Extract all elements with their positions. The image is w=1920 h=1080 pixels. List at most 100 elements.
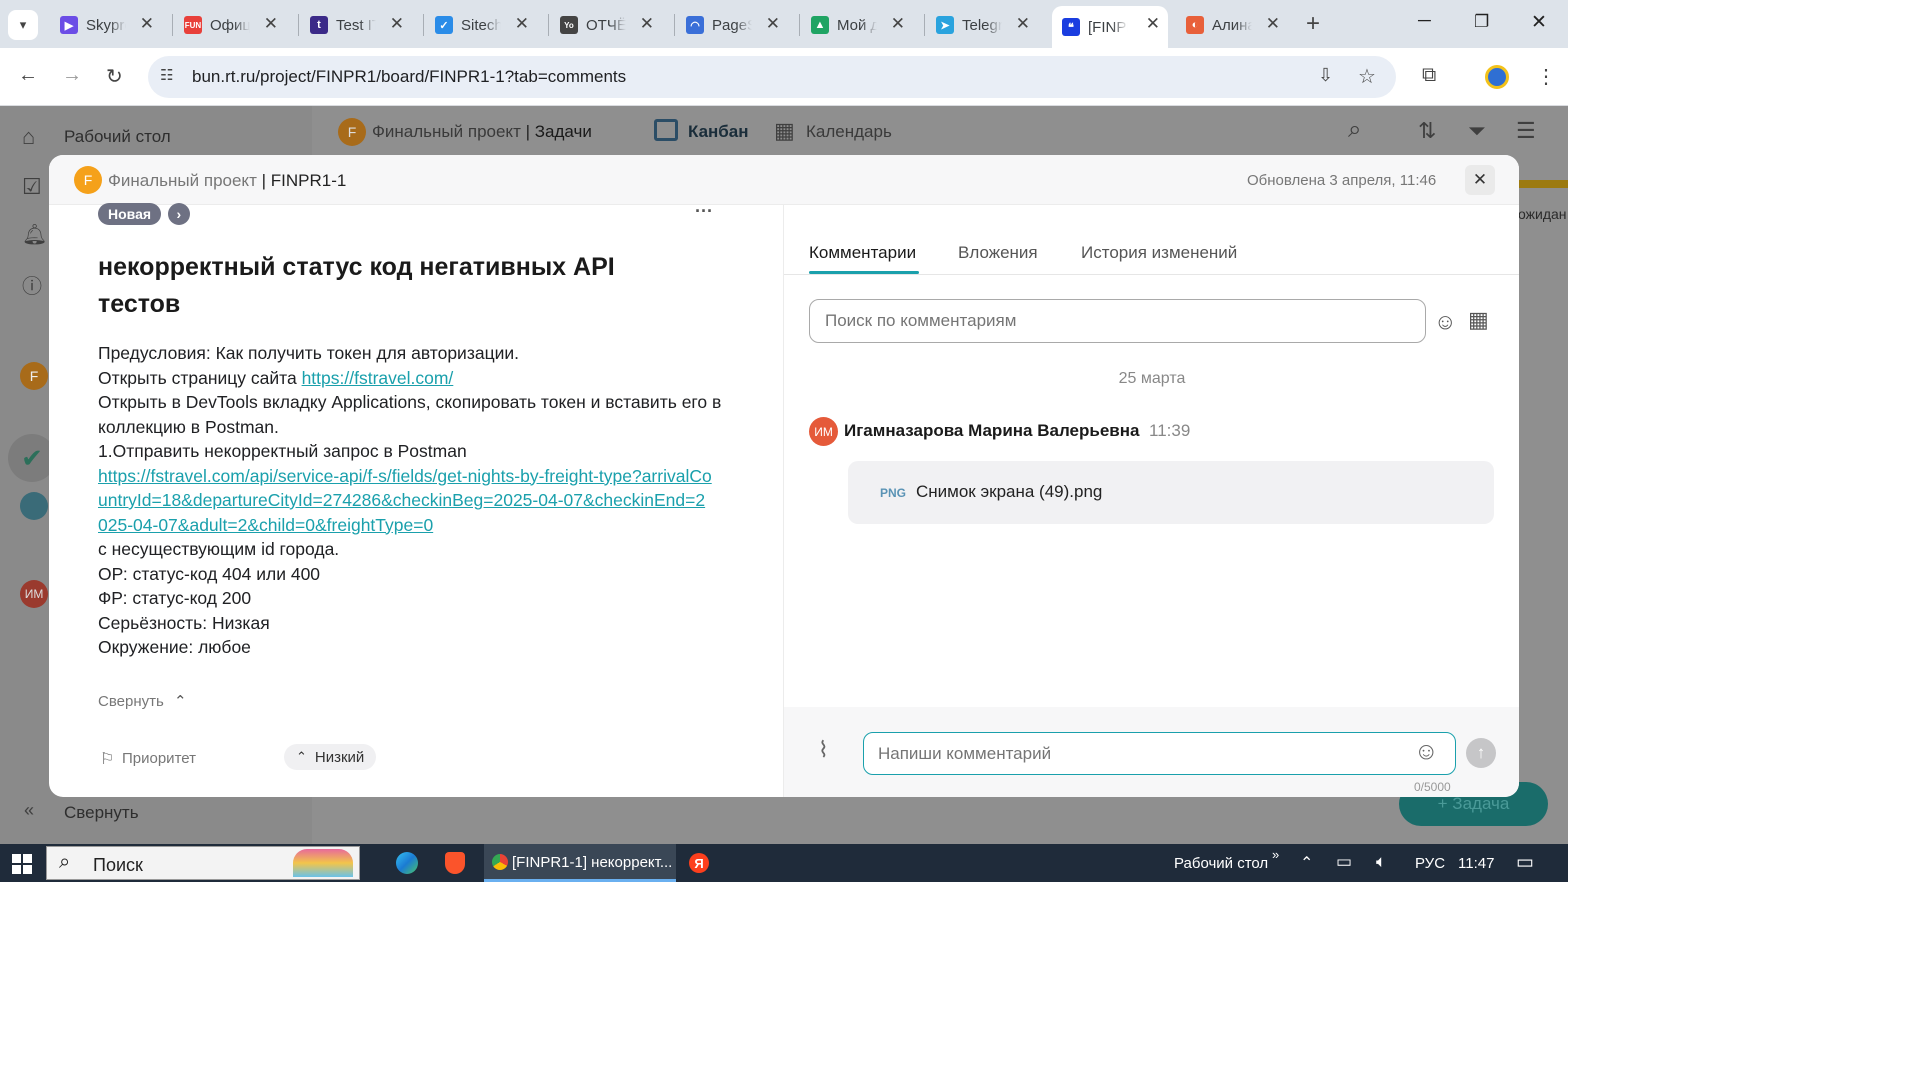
task-title[interactable]: некорректный статус код негативных API т… (98, 249, 698, 323)
attach-icon[interactable]: ⌇ (818, 737, 829, 763)
close-icon: ✕ (1472, 170, 1488, 189)
tab-close-icon[interactable]: ✕ (640, 14, 654, 34)
clock[interactable]: 11:47 (1458, 855, 1494, 872)
tab-close-icon[interactable]: ✕ (1266, 14, 1280, 34)
close-window-button[interactable]: ✕ (1531, 11, 1547, 34)
reload-icon[interactable]: ↻ (106, 64, 123, 89)
browser-tab[interactable]: t Test IT ✕ (300, 6, 412, 44)
tab-close-icon[interactable]: ✕ (1016, 14, 1030, 34)
browser-tab[interactable]: ✓ Sitechecker ✕ (425, 6, 537, 44)
browser-tab[interactable]: ▲ Мой диск ✕ (801, 6, 913, 44)
restore-button[interactable]: ❐ (1474, 12, 1489, 32)
browser-tab[interactable]: Yo ОТЧЁТ ✕ (550, 6, 662, 44)
tab-search-button[interactable]: ▾ (8, 10, 38, 40)
sidebar-user-avatar[interactable]: ИМ (20, 580, 48, 608)
more-options-button[interactable]: ··· (695, 201, 713, 222)
comment-input[interactable] (863, 732, 1456, 775)
sidebar-team-icon[interactable] (20, 492, 48, 520)
tab-close-icon[interactable]: ✕ (1146, 14, 1160, 34)
extensions-icon[interactable]: ⧉ (1422, 64, 1436, 87)
brave-icon[interactable] (445, 852, 465, 874)
address-bar[interactable]: ☷ bun.rt.ru/project/FINPR1/board/FINPR1-… (148, 56, 1396, 98)
desc-line: 1.Отправить некорректный запрос в Postma… (98, 441, 467, 461)
url-text[interactable]: bun.rt.ru/project/FINPR1/board/FINPR1-1?… (192, 67, 626, 87)
desc-line: https://fstravel.com/api/service-api/f-s… (98, 464, 713, 538)
browser-tab[interactable]: ❝ [FINPR1-1] ✕ (1052, 6, 1168, 48)
active-window-button[interactable]: [FINPR1-1] некоррект... (484, 844, 676, 882)
taskbar-search[interactable]: ⌕ Поиск (46, 846, 360, 880)
network-icon[interactable]: ▭ (1336, 852, 1352, 872)
profile-avatar[interactable] (1485, 65, 1509, 89)
date-filter-icon[interactable]: ▦ (1468, 307, 1489, 333)
site-info-icon[interactable]: ☷ (160, 66, 182, 88)
modal-project-avatar: F (74, 166, 102, 194)
desktop-toolbar-label[interactable]: Рабочий стол (1174, 855, 1268, 872)
notifications-icon[interactable]: ▭ (1516, 851, 1534, 874)
forward-icon[interactable]: → (62, 64, 82, 87)
comment-author: Игамназарова Марина Валерьевна (844, 421, 1140, 440)
filter-icon[interactable]: ⏷ (1468, 118, 1486, 144)
home-icon[interactable]: ⌂ (22, 124, 35, 150)
browser-tab[interactable]: ◠ PageSpeed ✕ (676, 6, 788, 44)
sort-icon[interactable]: ⇅ (1418, 118, 1436, 144)
tab-close-icon[interactable]: ✕ (891, 14, 905, 34)
new-tab-button[interactable]: + (1306, 10, 1320, 38)
bookmark-star-icon[interactable]: ☆ (1358, 64, 1376, 89)
volume-icon[interactable]: 🔈︎ (1376, 852, 1386, 872)
settings-icon[interactable]: ☰ (1516, 118, 1536, 144)
header-project[interactable]: Финальный проект (372, 122, 521, 141)
api-link[interactable]: https://fstravel.com/api/service-api/f-s… (98, 466, 712, 535)
site-link[interactable]: https://fstravel.com/ (302, 368, 454, 388)
emoji-icon[interactable]: ☺ (1414, 738, 1439, 766)
status-badge[interactable]: Новая (98, 203, 162, 225)
edge-icon[interactable] (396, 852, 418, 874)
yandex-icon[interactable]: Я (689, 853, 709, 873)
sidebar-project-avatar[interactable]: F (20, 362, 48, 390)
attachment-filename[interactable]: Снимок экрана (49).png (916, 482, 1102, 502)
search-icon[interactable]: ⌕ (1348, 116, 1361, 144)
sidebar-desktop-label[interactable]: Рабочий стол (64, 127, 171, 147)
tab-close-icon[interactable]: ✕ (140, 14, 154, 34)
collapse-icon[interactable]: « (24, 800, 34, 821)
browser-tab[interactable]: FUN Официальный ✕ (174, 6, 286, 44)
minimize-button[interactable]: ─ (1418, 10, 1431, 31)
status-next-button[interactable]: › (167, 203, 191, 225)
desc-text: Открыть страницу сайта (98, 367, 302, 388)
attachment-card[interactable]: PNG Снимок экрана (49).png (848, 461, 1494, 524)
tab-close-icon[interactable]: ✕ (264, 14, 278, 34)
collapse-description-button[interactable]: Свернуть ⌃ (98, 692, 187, 710)
tab-history[interactable]: История изменений (1081, 243, 1237, 263)
toolbar-expand-icon[interactable]: » (1272, 847, 1279, 862)
arrow-up-icon: ↑ (1476, 743, 1486, 762)
close-modal-button[interactable]: ✕ (1465, 165, 1495, 195)
task-description[interactable]: Предусловия: Как получить токен для авто… (98, 341, 728, 660)
modal-project[interactable]: Финальный проект (108, 171, 257, 190)
priority-select[interactable]: ⌃ Низкий (284, 744, 377, 770)
browser-tab[interactable]: ◐ Алина ✕ (1176, 6, 1288, 44)
browser-tab[interactable]: ➤ Telegram ✕ (926, 6, 1038, 44)
tray-chevron-icon[interactable]: ⌃ (1300, 853, 1313, 873)
header-section[interactable]: Задачи (535, 122, 592, 141)
start-button[interactable] (12, 854, 32, 874)
tab-close-icon[interactable]: ✕ (515, 14, 529, 34)
tab-close-icon[interactable]: ✕ (766, 14, 780, 34)
tab-close-icon[interactable]: ✕ (390, 14, 404, 34)
send-button[interactable]: ↑ (1466, 738, 1496, 768)
tab-comments[interactable]: Комментарии (809, 243, 916, 263)
tasks-icon[interactable]: ☑ (22, 174, 42, 200)
bell-icon[interactable]: 🔔︎ (22, 222, 47, 247)
calendar-tab[interactable]: Календарь (806, 122, 892, 142)
back-icon[interactable]: ← (18, 64, 38, 87)
user-filter-icon[interactable]: ☺︎ (1434, 309, 1456, 335)
tab-attachments[interactable]: Вложения (958, 243, 1038, 263)
menu-dots-icon[interactable]: ⋮ (1536, 64, 1556, 89)
kanban-tab[interactable]: Канбан (688, 122, 749, 142)
info-icon[interactable]: ⓘ (22, 270, 42, 299)
browser-tab[interactable]: ▶ Skypro ✕ (50, 6, 162, 44)
tab-title: [FINPR1-1] (1088, 18, 1128, 36)
language-indicator[interactable]: РУС (1415, 855, 1445, 872)
sidebar-collapse-label[interactable]: Свернуть (64, 803, 139, 823)
comment-search-input[interactable] (809, 299, 1426, 343)
install-app-icon[interactable]: ⇩ (1318, 65, 1333, 86)
png-file-icon: PNG (880, 486, 907, 500)
